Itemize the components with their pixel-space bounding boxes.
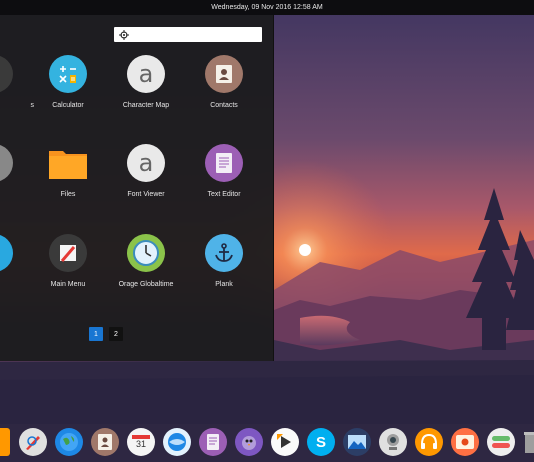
- app-icon: [0, 144, 13, 182]
- character-map-icon: a: [127, 55, 165, 93]
- drawing-icon[interactable]: [19, 428, 47, 456]
- settings-icon[interactable]: [487, 428, 515, 456]
- app-contacts[interactable]: Contacts: [184, 55, 264, 109]
- webcam-icon[interactable]: [379, 428, 407, 456]
- app-orage-globaltime[interactable]: Orage Globaltime: [106, 234, 186, 288]
- page-button-2[interactable]: 2: [109, 327, 123, 341]
- app-label: Orage Globaltime: [118, 281, 174, 288]
- dock: 31 S: [0, 424, 534, 462]
- document-icon[interactable]: [199, 428, 227, 456]
- app-character-map[interactable]: a Character Map: [106, 55, 186, 109]
- main-menu-icon: [49, 234, 87, 272]
- clock-icon: [127, 234, 165, 272]
- pidgin-icon[interactable]: [235, 428, 263, 456]
- text-editor-icon: [205, 144, 243, 182]
- app-label: Plank: [215, 281, 233, 288]
- headphones-icon[interactable]: [415, 428, 443, 456]
- image-viewer-icon[interactable]: [343, 428, 371, 456]
- contacts-icon: [205, 55, 243, 93]
- app-label: Font Viewer: [127, 191, 165, 198]
- page-button-1[interactable]: 1: [89, 327, 103, 341]
- media-player-icon[interactable]: [271, 428, 299, 456]
- app-icon: [0, 234, 13, 272]
- calendar-day: 31: [135, 439, 146, 449]
- pager: 1 2: [89, 327, 123, 341]
- skype-icon[interactable]: S: [307, 428, 335, 456]
- app-label: Contacts: [210, 102, 238, 109]
- app-plank[interactable]: Plank: [184, 234, 264, 288]
- photo-icon[interactable]: [451, 428, 479, 456]
- crosshair-icon: [119, 29, 129, 40]
- clock[interactable]: Wednesday, 09 Nov 2016 12:58 AM: [211, 4, 322, 11]
- app-files[interactable]: Files: [28, 144, 108, 198]
- app-label: Main Menu: [50, 281, 86, 288]
- app-label: Calculator: [52, 102, 84, 109]
- earth-icon[interactable]: [163, 428, 191, 456]
- folder-icon: [49, 144, 87, 182]
- app-main-menu[interactable]: Main Menu: [28, 234, 108, 288]
- app-icon: [0, 55, 13, 93]
- trash-icon[interactable]: [524, 428, 534, 456]
- app-text-editor[interactable]: Text Editor: [184, 144, 264, 198]
- app-launcher: s Calculator a Character Map Contacts Fi…: [0, 15, 274, 361]
- app-font-viewer[interactable]: a Font Viewer: [106, 144, 186, 198]
- calendar-icon[interactable]: 31: [127, 428, 155, 456]
- font-viewer-icon: a: [127, 144, 165, 182]
- app-label: Character Map: [122, 102, 170, 109]
- anchor-icon: [205, 234, 243, 272]
- app-label: Text Editor: [207, 191, 241, 198]
- contacts-icon[interactable]: [91, 428, 119, 456]
- search-field[interactable]: [114, 27, 262, 42]
- app-calculator[interactable]: Calculator: [28, 55, 108, 109]
- app-label: Files: [60, 191, 76, 198]
- globe-icon[interactable]: [55, 428, 83, 456]
- calculator-icon: [49, 55, 87, 93]
- folder-icon[interactable]: [0, 428, 10, 456]
- search-input[interactable]: [133, 31, 253, 38]
- top-panel: Wednesday, 09 Nov 2016 12:58 AM: [0, 0, 534, 15]
